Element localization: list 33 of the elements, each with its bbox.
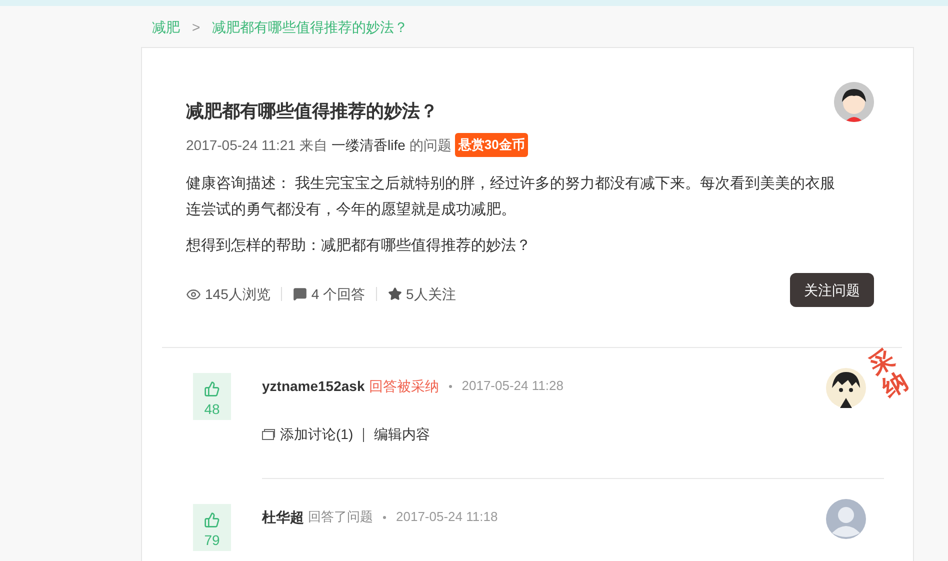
avatar-silhouette — [826, 499, 866, 539]
answer-action: 回答被采纳 — [368, 376, 439, 396]
answer-time: 2017-05-24 11:18 — [396, 508, 498, 526]
stat-text: 4 个回答 — [311, 284, 366, 304]
answer-time: 2017-05-24 11:28 — [462, 377, 564, 396]
answer-username[interactable]: yztname152ask — [262, 376, 365, 396]
question-title: 减肥都有哪些值得推荐的妙法？ — [186, 100, 438, 123]
adopted-label: 采纳 — [866, 345, 912, 403]
stat-text: 145人浏览 — [205, 284, 270, 304]
follow-question-button[interactable]: 关注问题 — [790, 273, 874, 307]
question-suffix: 的问题 — [409, 136, 452, 154]
reward-badge: 悬赏30金币 — [455, 133, 528, 157]
author-link[interactable]: 一缕清香life — [332, 134, 406, 156]
comment-icon — [293, 287, 308, 301]
vote-count: 48 — [204, 400, 220, 419]
thumbs-up-icon — [204, 381, 220, 397]
add-discussion-link[interactable]: 添加讨论(1) — [280, 424, 354, 445]
question-time: 2017-05-24 11:21 — [186, 136, 296, 154]
question-description: 健康咨询描述： 我生完宝宝之后就特别的胖，经过许多的努力都没有减下来。每次看到美美的衣服连尝试的勇气都没有，今年的愿望就是成功减肥。 — [186, 174, 836, 220]
star-icon — [388, 287, 402, 301]
vote-count: 79 — [204, 531, 220, 550]
help-text: 想得到怎样的帮助：减肥都有哪些值得推荐的妙法？ — [186, 236, 532, 256]
from-label: 来自 — [300, 136, 328, 154]
cartoon-avatar — [834, 82, 874, 122]
discussion-icon — [262, 429, 275, 440]
eye-icon — [186, 286, 201, 302]
answer-action: 回答了问题 — [308, 508, 373, 526]
thumbs-up-icon — [204, 512, 220, 528]
answer-username[interactable]: 杜华超 — [262, 506, 304, 528]
edit-content-link[interactable]: 编辑内容 — [374, 424, 430, 445]
breadcrumb-separator: > — [192, 18, 200, 36]
cartoon-avatar — [826, 368, 866, 408]
stat-text: 5人关注 — [406, 284, 456, 304]
